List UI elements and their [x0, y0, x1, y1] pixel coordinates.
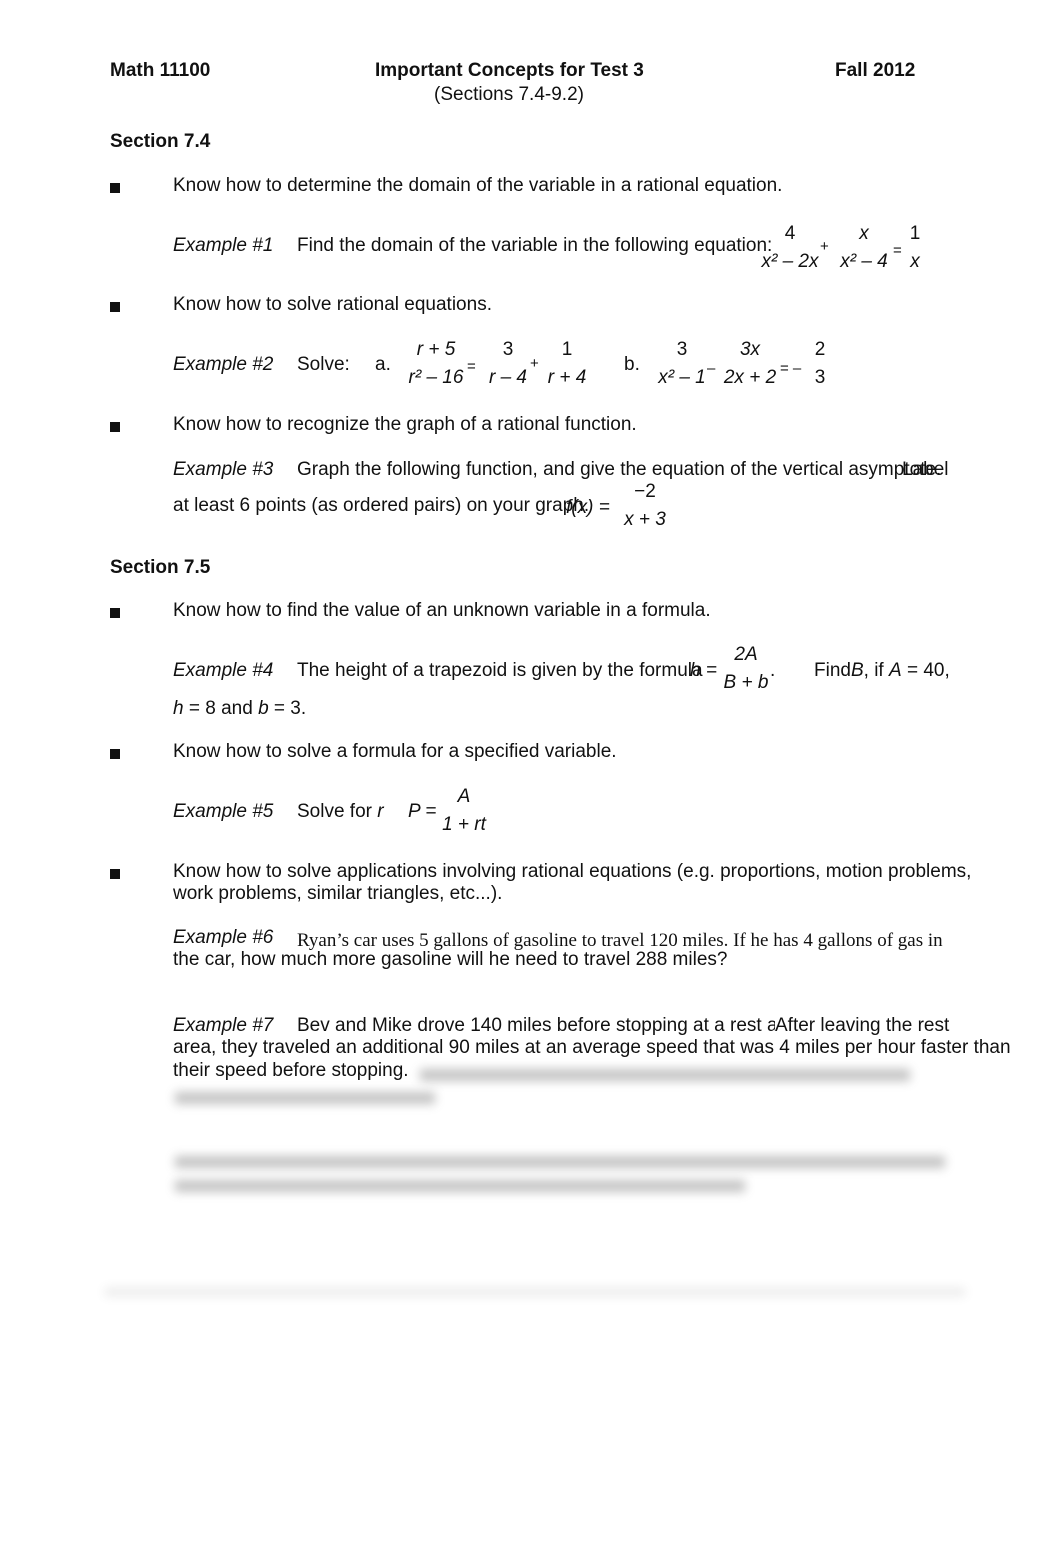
- numerator: x: [859, 223, 869, 244]
- operator: =: [893, 242, 902, 259]
- section-heading: Section 7.5: [110, 557, 211, 578]
- concept: Know how to determine the domain of the …: [173, 175, 783, 196]
- part-label: b.: [624, 354, 640, 375]
- operator: +: [530, 355, 539, 372]
- numerator: 3: [676, 339, 688, 360]
- blurred-line: [175, 1156, 945, 1168]
- operator: = –: [780, 360, 802, 377]
- numerator: r + 5: [416, 339, 456, 360]
- bullet-icon: [110, 422, 120, 432]
- example-text-overlap: Label: [902, 459, 949, 480]
- example-label: Example #5: [173, 801, 274, 822]
- operator: –: [707, 360, 716, 377]
- numerator: 3: [502, 339, 514, 360]
- concept: Know how to solve a formula for a specif…: [173, 741, 617, 762]
- operator: =: [467, 358, 476, 375]
- example-label: Example #6: [173, 927, 274, 948]
- bullet-icon: [110, 869, 120, 879]
- equation-lhs: P =: [408, 801, 437, 822]
- example-label: Example #2: [173, 354, 274, 375]
- blurred-line: [420, 1069, 910, 1081]
- example-text: Find the domain of the variable in the f…: [297, 235, 773, 256]
- denominator: 3: [814, 367, 826, 388]
- example-text: their speed before stopping.: [173, 1060, 409, 1081]
- concept: Know how to find the value of an unknown…: [173, 600, 711, 621]
- denominator: x + 3: [624, 509, 666, 530]
- denominator: x: [910, 251, 920, 272]
- example-text: area, they traveled an additional 90 mil…: [173, 1037, 1011, 1058]
- example-text-overlap: After leaving the rest: [775, 1015, 950, 1037]
- concept: work problems, similar triangles, etc...…: [173, 883, 503, 904]
- blurred-footer: [105, 1288, 965, 1296]
- denominator: 2x + 2: [723, 367, 777, 388]
- blurred-line: [175, 1180, 745, 1192]
- numerator: −2: [634, 481, 656, 502]
- example-text: h = 8 and b = 3.: [173, 698, 307, 719]
- example-text: Solve for r: [297, 801, 384, 822]
- numerator: 1: [561, 339, 573, 360]
- concept: Know how to solve rational equations.: [173, 294, 492, 315]
- example-text: at least 6 points (as ordered pairs) on …: [173, 495, 590, 516]
- example-label: Example #4: [173, 660, 274, 681]
- bullet-icon: [110, 608, 120, 618]
- example-label: Example #3: [173, 459, 274, 480]
- denominator: r + 4: [547, 367, 587, 388]
- numerator: A: [457, 786, 471, 807]
- example-text: Graph the following function, and give t…: [297, 459, 942, 480]
- denominator: r² – 16: [408, 367, 464, 388]
- denominator: x² – 4: [840, 251, 888, 272]
- blurred-line: [175, 1092, 435, 1104]
- example-text: Solve:: [297, 354, 350, 375]
- page-subtitle: (Sections 7.4-9.2): [434, 84, 584, 105]
- concept: Know how to recognize the graph of a rat…: [173, 414, 637, 435]
- period: .: [770, 660, 776, 681]
- numerator: 4: [784, 223, 796, 244]
- term: Fall 2012: [835, 60, 916, 81]
- denominator: x² – 2x: [761, 251, 819, 272]
- denominator: r – 4: [488, 367, 528, 388]
- example-label: Example #7: [173, 1015, 274, 1036]
- example-text: FindB, if A = 40,: [814, 660, 950, 681]
- course-name: Math 11100: [110, 60, 211, 81]
- numerator: 2: [814, 339, 826, 360]
- page-title: Important Concepts for Test 3: [375, 60, 644, 81]
- numerator: 1: [909, 223, 921, 244]
- example-text: Bev and Mike drove 140 miles before stop…: [297, 1015, 811, 1036]
- concept: Know how to solve applications involving…: [173, 861, 972, 882]
- example-text: the car, how much more gasoline will he …: [173, 949, 728, 970]
- bullet-icon: [110, 302, 120, 312]
- section-heading: Section 7.4: [110, 131, 211, 152]
- example-text: The height of a trapezoid is given by th…: [297, 660, 703, 681]
- bullet-icon: [110, 749, 120, 759]
- operator: +: [820, 238, 829, 255]
- example-label: Example #1: [173, 235, 274, 256]
- numerator: 2A: [734, 644, 758, 665]
- denominator: 1 + rt: [442, 814, 486, 835]
- equation-lhs: f(x) =: [566, 497, 610, 518]
- denominator: x² – 1: [658, 367, 706, 388]
- part-label: a.: [375, 354, 391, 375]
- bullet-icon: [110, 183, 120, 193]
- equation-lhs: h =: [690, 660, 717, 681]
- denominator: B + b: [723, 672, 769, 693]
- numerator: 3x: [739, 339, 761, 360]
